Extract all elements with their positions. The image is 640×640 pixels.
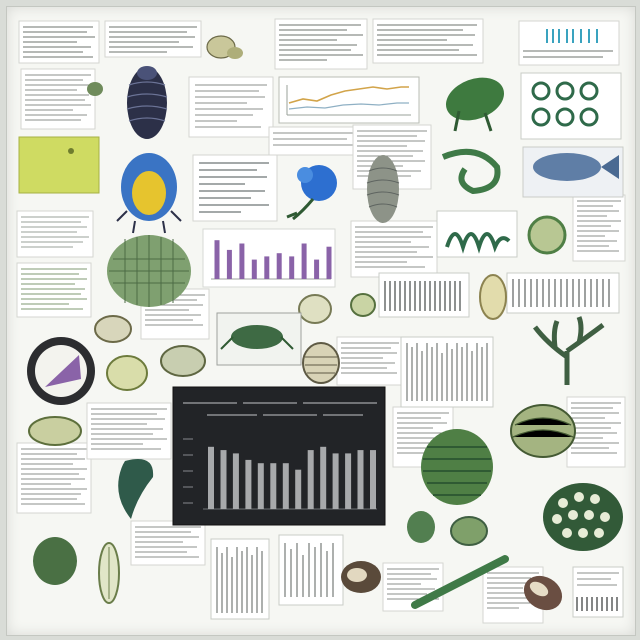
green-script-panel <box>436 210 518 258</box>
barcode-panel <box>506 272 620 314</box>
olive-pod <box>479 274 507 320</box>
blue-yellow-beetle <box>116 153 182 234</box>
green-honeycomb <box>107 235 191 307</box>
olive-seed <box>160 345 206 377</box>
green-pod <box>33 537 77 585</box>
text-panel <box>16 442 92 514</box>
navy-larva <box>126 66 168 139</box>
bar <box>245 459 252 509</box>
bar <box>307 450 314 509</box>
green-seed <box>407 511 435 543</box>
olive-seed <box>106 355 148 391</box>
text-panel <box>16 210 94 258</box>
pale-pod <box>98 542 120 604</box>
bar <box>357 450 364 509</box>
bar <box>332 453 339 509</box>
line-chart-panel <box>278 76 420 124</box>
bar-chart-violet <box>202 228 336 288</box>
text-panel <box>130 520 206 566</box>
barcode-panel <box>572 566 624 618</box>
text-panel <box>372 18 484 64</box>
curled-leaf <box>118 459 154 519</box>
text-panel <box>188 76 274 138</box>
striped-seed <box>510 404 576 458</box>
ribbed-cone <box>421 429 493 505</box>
bar <box>320 446 327 509</box>
barcode-panel <box>278 534 344 606</box>
bar <box>370 450 376 509</box>
collage-sheet <box>6 6 636 636</box>
grey-cone <box>366 155 400 223</box>
shell <box>94 315 132 343</box>
text-panel <box>20 68 96 130</box>
text-panel <box>518 20 620 66</box>
green-coral <box>533 316 605 385</box>
barcode-panel <box>378 272 470 318</box>
text-panel <box>274 18 368 70</box>
fern-curl <box>441 148 501 195</box>
olive-pod <box>298 294 332 324</box>
barcode-panel <box>210 538 270 620</box>
hex-dome <box>543 483 623 551</box>
text-panel <box>336 336 404 386</box>
bar <box>239 243 245 279</box>
text-panel <box>268 126 366 156</box>
framed-green-bug <box>216 312 302 366</box>
bar <box>282 463 289 509</box>
text-panel <box>86 402 172 460</box>
barcode-panel <box>400 336 494 408</box>
bar <box>208 446 214 509</box>
bar-chart-dark <box>172 386 386 526</box>
text-panel <box>16 262 92 318</box>
blue-grey-fish <box>522 146 624 198</box>
text-panel <box>192 154 278 222</box>
olive-moth <box>206 35 243 59</box>
bar <box>301 243 307 279</box>
lime-specimen-card <box>18 136 100 194</box>
blue-flower <box>286 165 337 221</box>
bar <box>270 463 277 509</box>
green-pod <box>87 82 103 96</box>
seed-ring-panel <box>520 72 622 140</box>
brown-bean <box>341 561 381 593</box>
striped-seed <box>450 516 488 546</box>
green-leaf <box>445 77 505 132</box>
bar <box>220 450 227 509</box>
olive-pod <box>350 293 376 317</box>
bar <box>232 453 239 509</box>
striped-bowl <box>302 342 340 384</box>
green-seed <box>527 215 567 255</box>
olive-seed <box>28 416 82 446</box>
bar <box>276 253 282 279</box>
text-panel <box>350 220 438 278</box>
bar <box>226 249 232 279</box>
text-panel <box>572 194 626 262</box>
dark-ring-specimen <box>27 337 95 405</box>
bar <box>345 453 352 509</box>
text-panel <box>104 20 202 58</box>
bar <box>289 256 295 279</box>
bar <box>264 256 270 279</box>
text-panel <box>18 20 100 64</box>
bar <box>214 240 220 279</box>
bar <box>295 469 302 509</box>
bar <box>251 259 257 279</box>
bar <box>257 463 264 509</box>
bar <box>326 246 332 279</box>
bar <box>314 259 320 279</box>
